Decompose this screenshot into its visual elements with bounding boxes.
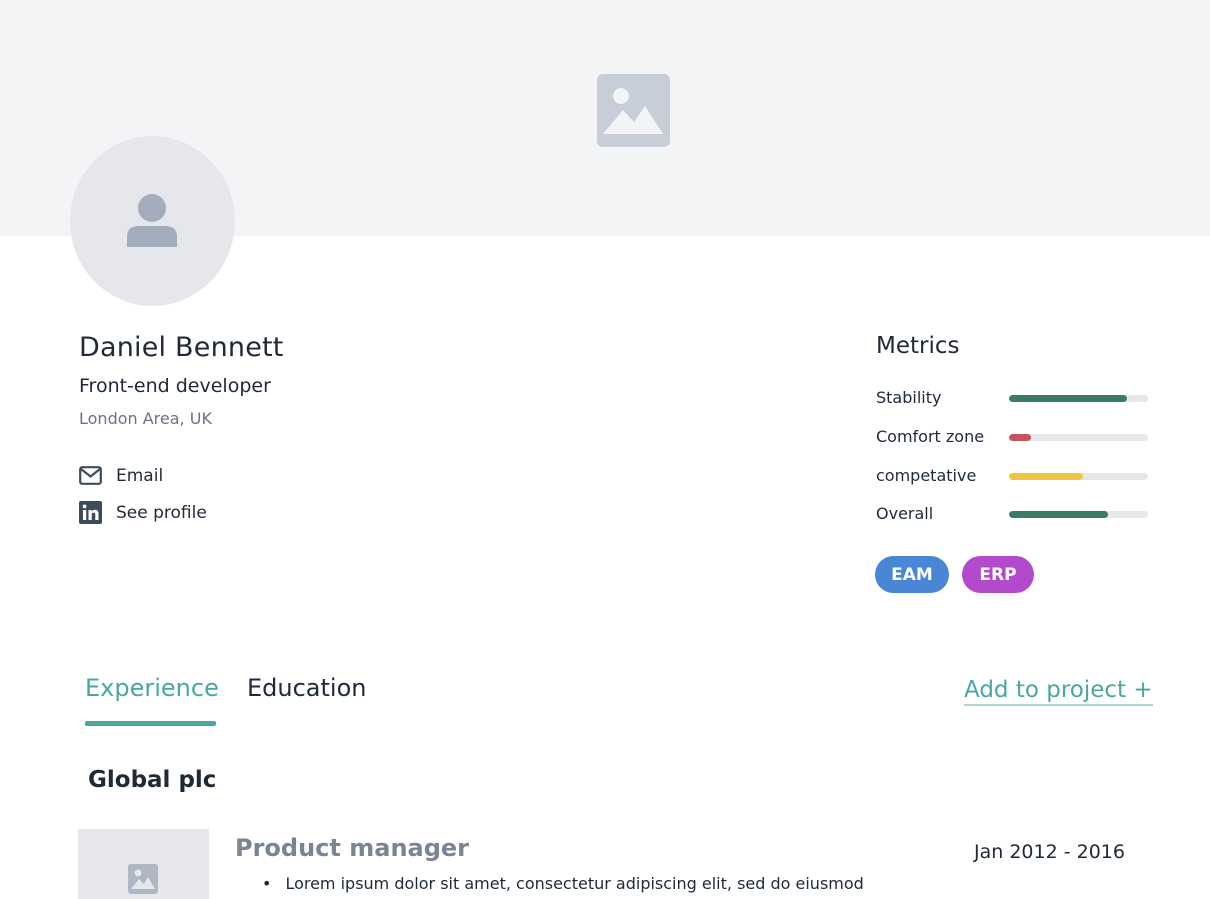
company-logo-placeholder [78, 829, 209, 899]
active-tab-indicator [85, 721, 216, 726]
metric-bar-fill [1009, 395, 1128, 402]
linkedin-profile-link[interactable]: See profile [79, 501, 207, 524]
tag-eam[interactable]: EAM [875, 556, 949, 593]
metric-label: Comfort zone [876, 427, 985, 446]
metric-bar [1009, 473, 1148, 480]
add-to-project-link[interactable]: Add to project + [964, 677, 1153, 706]
metric-bar [1009, 434, 1148, 441]
tab-education[interactable]: Education [247, 674, 366, 702]
metric-competative: competative [876, 466, 1148, 488]
metric-bar-fill [1009, 434, 1032, 441]
metric-bar-fill [1009, 511, 1108, 518]
user-icon [127, 194, 177, 247]
company-name: Global plc [88, 767, 217, 793]
job-description-text: Lorem ipsum dolor sit amet, consectetur … [285, 874, 864, 893]
metric-comfort-zone: Comfort zone [876, 427, 1148, 449]
linkedin-icon [79, 501, 102, 524]
tab-experience[interactable]: Experience [85, 674, 219, 702]
image-placeholder-icon [597, 74, 670, 147]
profile-role: Front-end developer [79, 375, 271, 397]
mail-icon [79, 464, 102, 487]
job-title: Product manager [235, 834, 470, 862]
metric-bar-fill [1009, 473, 1083, 480]
metric-bar [1009, 395, 1148, 402]
job-dates: Jan 2012 - 2016 [974, 841, 1125, 863]
job-description: • Lorem ipsum dolor sit amet, consectetur… [262, 874, 864, 893]
metric-label: Stability [876, 388, 942, 407]
bullet-marker: • [262, 874, 272, 893]
metric-overall: Overall [876, 504, 1148, 526]
metric-bar [1009, 511, 1148, 518]
metrics-title: Metrics [876, 333, 960, 359]
profile-name: Daniel Bennett [79, 332, 284, 363]
see-profile-label: See profile [116, 502, 207, 523]
tag-erp[interactable]: ERP [962, 556, 1034, 593]
avatar [70, 136, 235, 306]
metric-stability: Stability [876, 388, 1148, 410]
metric-label: Overall [876, 504, 934, 523]
profile-location: London Area, UK [79, 409, 212, 428]
email-link[interactable]: Email [79, 464, 163, 487]
email-label: Email [116, 465, 164, 486]
metric-label: competative [876, 466, 977, 485]
